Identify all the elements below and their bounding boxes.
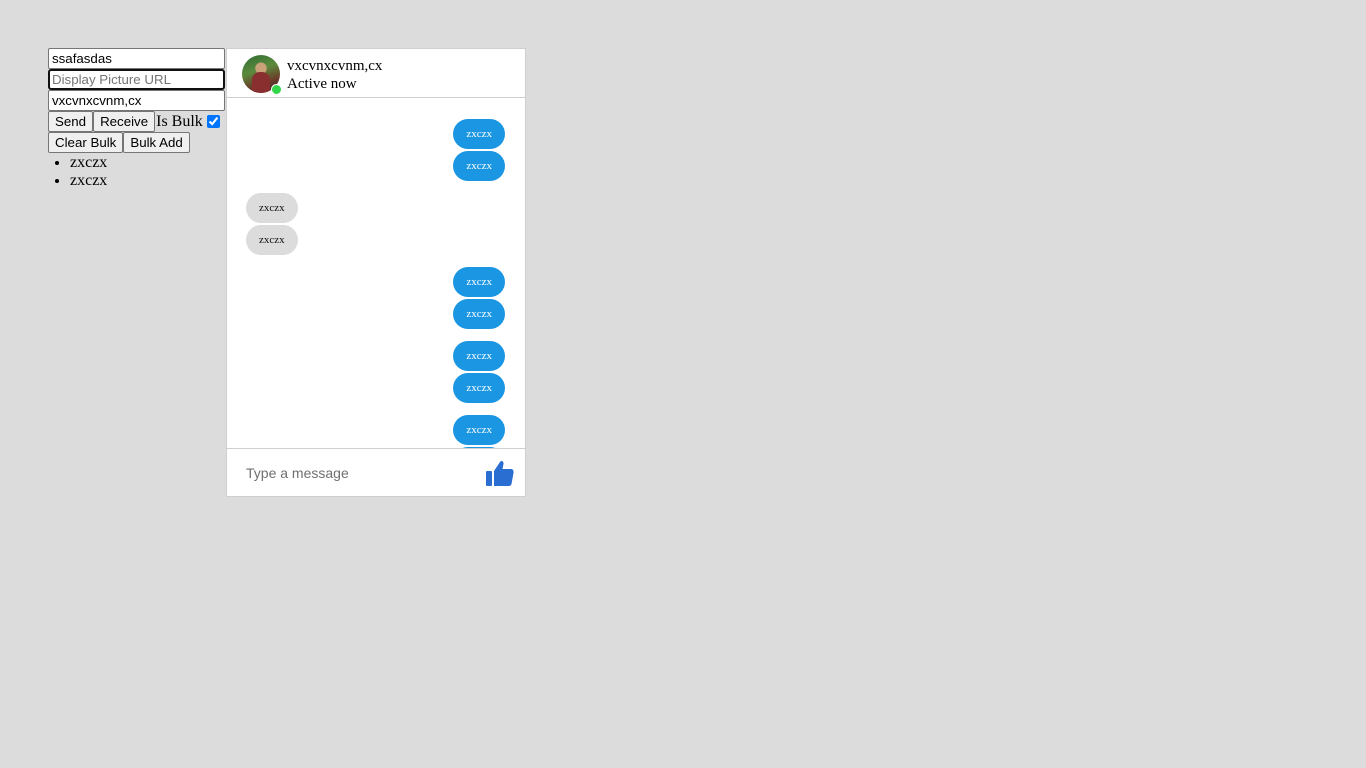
message-bubble-sent: zxczx <box>453 373 505 403</box>
message-input[interactable] <box>246 463 446 483</box>
online-status-dot <box>271 84 282 95</box>
list-item: zxczx <box>70 172 226 190</box>
display-picture-url-input[interactable] <box>48 69 225 90</box>
message-bubble-sent: zxczx <box>453 299 505 329</box>
clear-bulk-button[interactable]: Clear Bulk <box>48 132 124 153</box>
bulk-message-list: zxczx zxczx <box>48 154 226 190</box>
contact-name: vxcvnxcvnm,cx <box>287 58 383 74</box>
thumbs-up-icon[interactable] <box>485 458 515 488</box>
send-receive-row: Send Receive Is Bulk <box>48 111 226 132</box>
send-button[interactable]: Send <box>48 111 94 132</box>
message-bubble-sent: zxczx <box>453 341 505 371</box>
message-bubble-sent: zxczx <box>453 267 505 297</box>
control-panel: Send Receive Is Bulk Clear Bulk Bulk Add… <box>48 48 226 190</box>
is-bulk-label: Is Bulk <box>156 112 203 130</box>
message-bubble-sent: zxczx <box>453 119 505 149</box>
message-list: zxczx zxczx zxczx zxczx zxczx zxczx zxcz… <box>227 98 525 448</box>
contact-name-input[interactable] <box>48 90 225 111</box>
message-composer <box>227 448 525 496</box>
chat-window: vxcvnxcvnm,cx Active now zxczx zxczx zxc… <box>226 48 526 497</box>
contact-status: Active now <box>287 76 357 92</box>
message-bubble-sent: zxczx <box>453 151 505 181</box>
chat-header: vxcvnxcvnm,cx Active now <box>227 49 525 98</box>
message-bubble-received: zxczx <box>246 225 298 255</box>
bulk-actions-row: Clear Bulk Bulk Add <box>48 132 226 153</box>
message-bubble-received: zxczx <box>246 193 298 223</box>
sender-name-input[interactable] <box>48 48 225 69</box>
list-item: zxczx <box>70 154 226 172</box>
message-bubble-sent: zxczx <box>453 415 505 445</box>
is-bulk-checkbox[interactable] <box>206 115 220 128</box>
receive-button[interactable]: Receive <box>93 111 156 132</box>
bulk-add-button[interactable]: Bulk Add <box>123 132 190 153</box>
